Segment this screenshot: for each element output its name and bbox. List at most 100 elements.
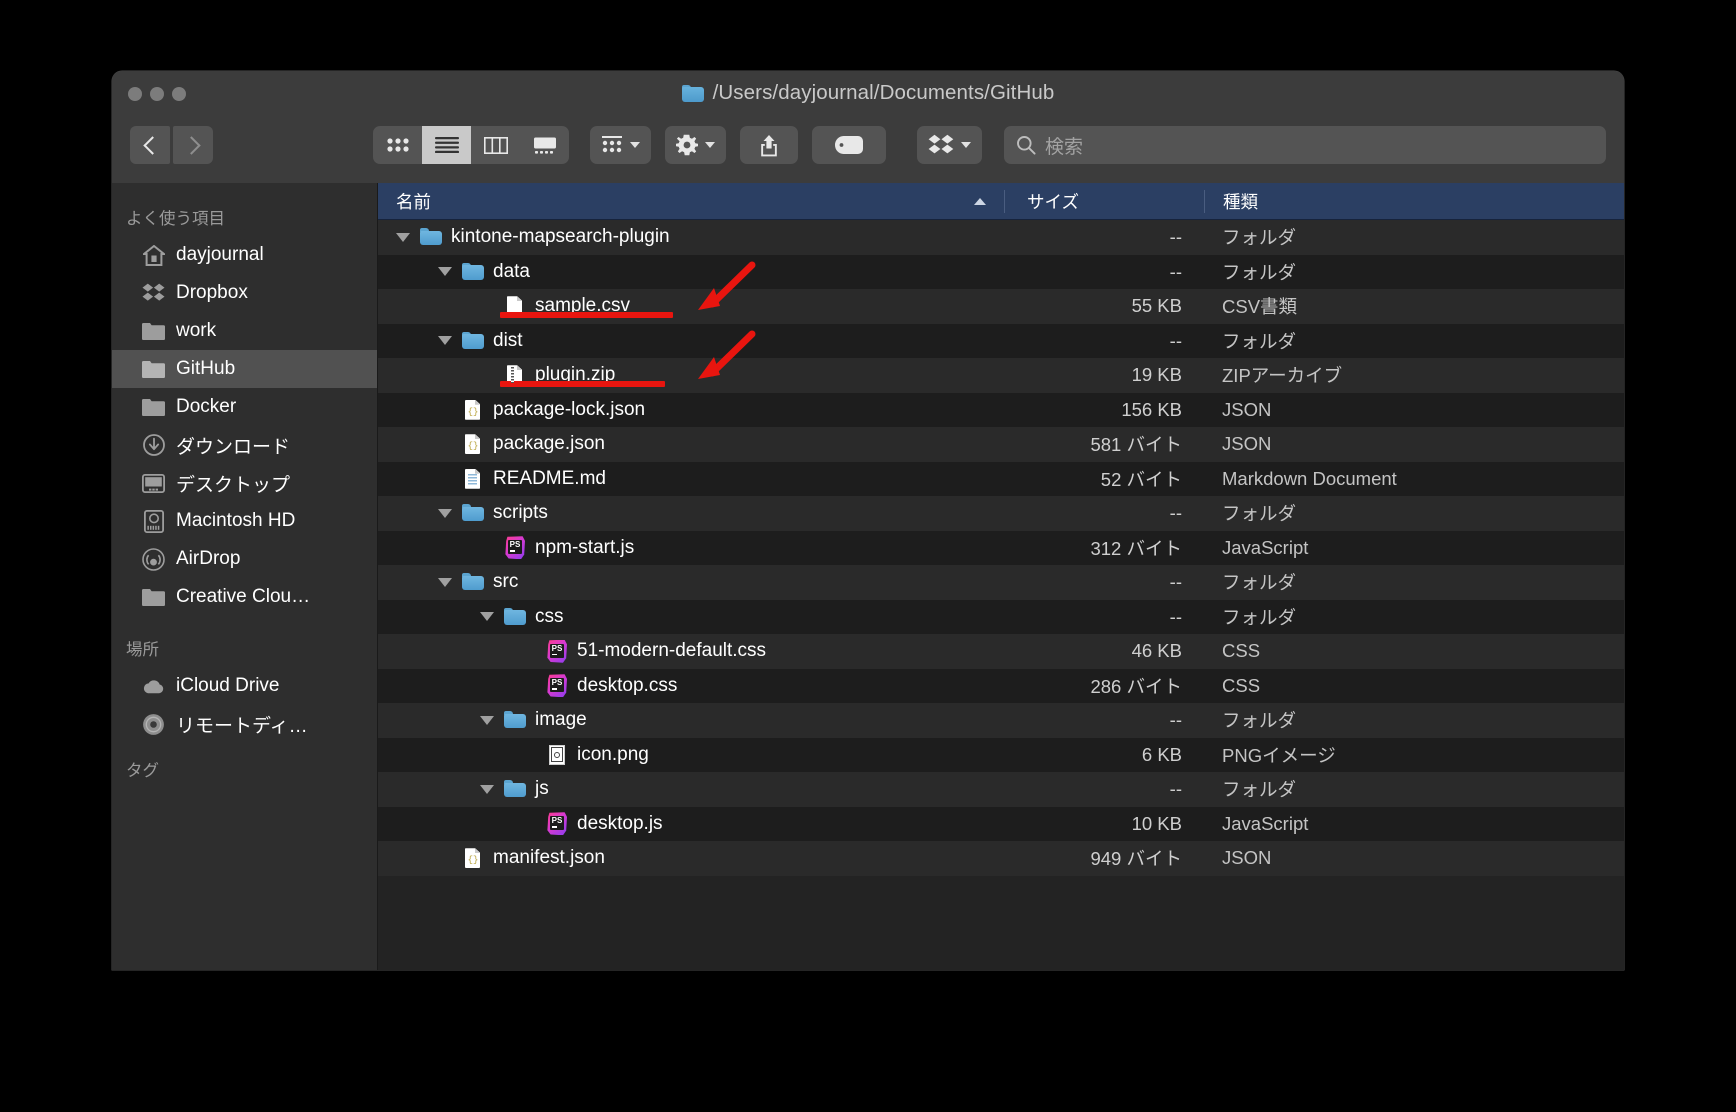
disclosure-triangle-icon[interactable] <box>480 784 494 794</box>
grid-icon <box>386 138 409 152</box>
sidebar[interactable]: よく使う項目 dayjournal Dropbox work GitHub Do… <box>112 183 377 970</box>
toolbar: 検索 <box>112 119 1624 171</box>
cell-kind: JavaScript <box>1222 812 1309 834</box>
folder-icon <box>142 586 165 609</box>
sidebar-item-dayjournal[interactable]: dayjournal <box>112 236 377 274</box>
table-row[interactable]: {} manifest.json 949 バイト JSON <box>378 841 1624 876</box>
sidebar-item-label: Macintosh HD <box>176 510 296 531</box>
action-menu-button[interactable] <box>665 126 726 164</box>
column-header-kind[interactable]: 種類 <box>1204 189 1624 213</box>
png-image-icon <box>546 744 568 766</box>
table-row[interactable]: {} package.json 581 バイト JSON <box>378 427 1624 462</box>
table-row[interactable]: js -- フォルダ <box>378 772 1624 807</box>
sidebar-section-header-locations: 場所 <box>126 641 159 659</box>
home-icon <box>142 244 165 267</box>
traffic-light-group <box>128 87 186 101</box>
folder-icon <box>504 606 526 628</box>
disclosure-triangle-icon[interactable] <box>438 508 452 518</box>
sidebar-item-creative-cloud[interactable]: Creative Clou… <box>112 578 377 616</box>
cell-size: -- <box>1169 260 1182 282</box>
disclosure-triangle-icon[interactable] <box>438 336 452 346</box>
zoom-button[interactable] <box>172 87 186 101</box>
minimize-button[interactable] <box>150 87 164 101</box>
sidebar-item-desktop[interactable]: デスクトップ <box>112 464 377 502</box>
table-row[interactable]: PS desktop.css 286 バイト CSS <box>378 668 1624 703</box>
file-name-label: js <box>535 778 549 800</box>
table-row[interactable]: dist -- フォルダ <box>378 323 1624 358</box>
navigation-group <box>130 126 213 164</box>
disclosure-triangle-icon[interactable] <box>438 267 452 277</box>
table-row[interactable]: icon.png 6 KB PNGイメージ <box>378 737 1624 772</box>
disclosure-triangle-icon[interactable] <box>480 715 494 725</box>
cell-size: 581 バイト <box>1090 434 1182 456</box>
back-button[interactable] <box>130 126 170 164</box>
table-row[interactable]: {} package-lock.json 156 KB JSON <box>378 392 1624 427</box>
sidebar-item-macintosh-hd[interactable]: Macintosh HD <box>112 502 377 540</box>
icon-view-button[interactable] <box>373 126 422 164</box>
sidebar-section-header-favorites: よく使う項目 <box>126 210 225 228</box>
cell-name: plugin.zip <box>378 364 1004 386</box>
table-row[interactable]: kintone-mapsearch-plugin -- フォルダ <box>378 220 1624 255</box>
cell-size: 52 バイト <box>1100 468 1182 490</box>
sidebar-item-airdrop[interactable]: AirDrop <box>112 540 377 578</box>
tag-button[interactable] <box>812 126 886 164</box>
close-button[interactable] <box>128 87 142 101</box>
column-header-name-label: 名前 <box>396 191 431 212</box>
file-name-label: manifest.json <box>493 847 605 869</box>
table-row[interactable]: plugin.zip 19 KB ZIPアーカイブ <box>378 358 1624 393</box>
file-name-label: npm-start.js <box>535 536 635 558</box>
window-title: /Users/dayjournal/Documents/GitHub <box>712 81 1055 104</box>
column-view-button[interactable] <box>471 126 520 164</box>
folder-icon <box>504 709 526 731</box>
sidebar-item-github[interactable]: GitHub <box>112 350 377 388</box>
table-row[interactable]: PS npm-start.js 312 バイト JavaScript <box>378 530 1624 565</box>
table-row[interactable]: data -- フォルダ <box>378 254 1624 289</box>
gallery-icon <box>533 137 556 154</box>
table-row[interactable]: README.md 52 バイト Markdown Document <box>378 461 1624 496</box>
table-row[interactable]: scripts -- フォルダ <box>378 496 1624 531</box>
file-name-label: src <box>493 571 519 593</box>
folder-icon <box>142 320 165 343</box>
sidebar-item-icloud-drive[interactable]: iCloud Drive <box>112 667 377 705</box>
file-name-label: icon.png <box>577 743 649 765</box>
list-view-button[interactable] <box>422 126 471 164</box>
group-by-button[interactable] <box>590 126 651 164</box>
cell-kind: CSS <box>1222 640 1261 662</box>
share-button[interactable] <box>740 126 798 164</box>
cell-kind: JavaScript <box>1222 536 1309 558</box>
disclosure-triangle-icon[interactable] <box>438 577 452 587</box>
table-row[interactable]: src -- フォルダ <box>378 565 1624 600</box>
table-row[interactable]: PS desktop.js 10 KB JavaScript <box>378 806 1624 841</box>
sidebar-item-remote-disc[interactable]: リモートディ… <box>112 705 377 743</box>
forward-button[interactable] <box>173 126 213 164</box>
sidebar-item-label: Docker <box>176 396 237 417</box>
column-header-size[interactable]: サイズ <box>1004 189 1204 213</box>
file-name-label: package.json <box>493 433 605 455</box>
cell-kind: JSON <box>1222 847 1272 869</box>
table-row[interactable]: sample.csv 55 KB CSV書類 <box>378 289 1624 324</box>
sidebar-item-label: ダウンロード <box>176 436 291 458</box>
sidebar-item-downloads[interactable]: ダウンロード <box>112 426 377 464</box>
table-row[interactable]: image -- フォルダ <box>378 703 1624 738</box>
desktop-icon <box>142 472 165 495</box>
sidebar-item-label: デスクトップ <box>176 474 291 496</box>
gallery-view-button[interactable] <box>520 126 569 164</box>
disclosure-triangle-icon[interactable] <box>480 612 494 622</box>
cell-name: {} package-lock.json <box>378 399 1004 421</box>
search-field[interactable]: 検索 <box>1004 126 1606 164</box>
file-name-label: dist <box>493 329 523 351</box>
sidebar-item-docker[interactable]: Docker <box>112 388 377 426</box>
folder-icon <box>504 778 526 800</box>
file-name-label: data <box>493 260 530 282</box>
cell-size: 46 KB <box>1131 640 1182 662</box>
sidebar-item-dropbox[interactable]: Dropbox <box>112 274 377 312</box>
dropbox-button[interactable] <box>917 126 982 164</box>
column-header-name[interactable]: 名前 <box>378 189 1004 214</box>
file-name-label: sample.csv <box>535 295 631 317</box>
disclosure-triangle-icon[interactable] <box>396 232 410 242</box>
table-row[interactable]: PS 51-modern-default.css 46 KB CSS <box>378 634 1624 669</box>
cell-size: 10 KB <box>1131 812 1182 834</box>
cell-kind: Markdown Document <box>1222 467 1397 489</box>
table-row[interactable]: css -- フォルダ <box>378 599 1624 634</box>
sidebar-item-work[interactable]: work <box>112 312 377 350</box>
